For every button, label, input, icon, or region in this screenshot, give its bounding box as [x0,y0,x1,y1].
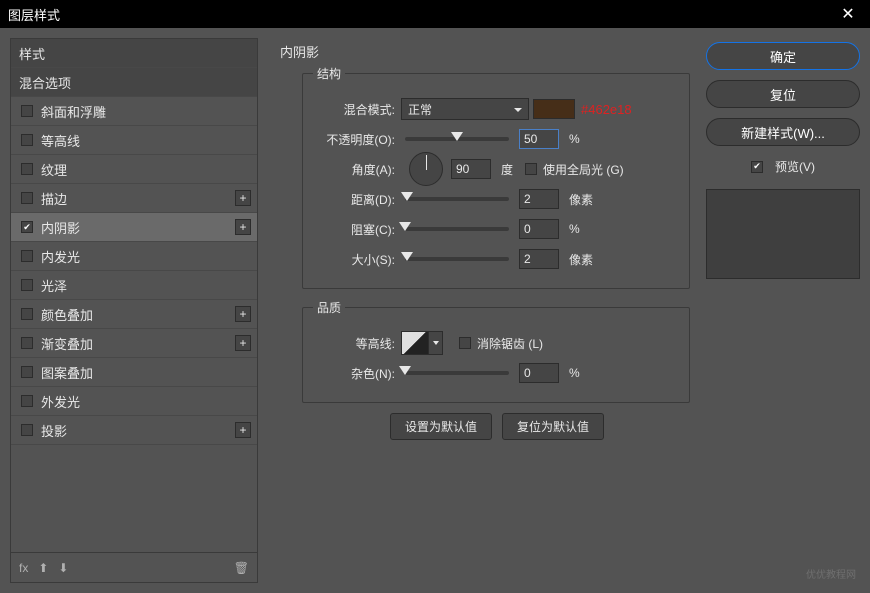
sidebar-checkbox[interactable] [21,134,33,146]
contour-picker[interactable] [401,331,429,355]
choke-input[interactable]: 0 [519,219,559,239]
sidebar-checkbox[interactable] [21,250,33,262]
blend-mode-label: 混合模式: [313,101,401,118]
sidebar-checkbox[interactable] [21,105,33,117]
sidebar-checkbox[interactable] [21,221,33,233]
structure-group: 结构 混合模式: 正常 #462e18 不透明度(O): 50 % 角度(A): [302,65,690,289]
sidebar-item-2[interactable]: 纹理 [11,155,257,184]
sidebar-item-7[interactable]: 颜色叠加 + [11,300,257,329]
size-slider[interactable] [405,257,509,261]
reset-default-button[interactable]: 复位为默认值 [502,413,604,440]
sidebar-item-4[interactable]: 内阴影 + [11,213,257,242]
titlebar: 图层样式 ✕ [0,0,870,28]
distance-label: 距离(D): [313,191,401,208]
contour-dropdown-icon[interactable] [429,331,443,355]
sidebar-checkbox[interactable] [21,279,33,291]
sidebar-header-styles[interactable]: 样式 [11,39,257,68]
reset-button[interactable]: 复位 [706,80,860,108]
blend-mode-select[interactable]: 正常 [401,98,529,120]
sidebar-item-9[interactable]: 图案叠加 [11,358,257,387]
preview-box [706,189,860,279]
sidebar-item-label: 内发光 [41,247,80,266]
dialog-title: 图层样式 [8,5,60,24]
distance-slider[interactable] [405,197,509,201]
contour-label: 等高线: [313,335,401,352]
sidebar-item-11[interactable]: 投影 + [11,416,257,445]
panel-title: 内阴影 [280,42,690,61]
sidebar-item-label: 斜面和浮雕 [41,102,106,121]
sidebar-checkbox[interactable] [21,308,33,320]
sidebar-item-1[interactable]: 等高线 [11,126,257,155]
plus-icon[interactable]: + [235,219,251,235]
distance-input[interactable]: 2 [519,189,559,209]
color-hex-annotation: #462e18 [581,102,632,117]
plus-icon[interactable]: + [235,422,251,438]
make-default-button[interactable]: 设置为默认值 [390,413,492,440]
sidebar-item-label: 光泽 [41,276,67,295]
sidebar-checkbox[interactable] [21,395,33,407]
plus-icon[interactable]: + [235,335,251,351]
sidebar-item-label: 外发光 [41,392,80,411]
sidebar-checkbox[interactable] [21,163,33,175]
action-column: 确定 复位 新建样式(W)... 预览(V) 优优教程网 [700,38,860,583]
global-light-checkbox[interactable] [525,163,537,175]
size-label: 大小(S): [313,251,401,268]
sidebar-checkbox[interactable] [21,366,33,378]
sidebar-item-label: 纹理 [41,160,67,179]
choke-slider[interactable] [405,227,509,231]
choke-label: 阻塞(C): [313,221,401,238]
sidebar-item-label: 投影 [41,421,67,440]
antialias-checkbox[interactable] [459,337,471,349]
sidebar-item-8[interactable]: 渐变叠加 + [11,329,257,358]
quality-group: 品质 等高线: 消除锯齿 (L) 杂色(N): 0 % [302,299,690,403]
sidebar-item-10[interactable]: 外发光 [11,387,257,416]
preview-label: 预览(V) [775,158,815,175]
antialias-label: 消除锯齿 (L) [477,335,543,352]
opacity-input[interactable]: 50 [519,129,559,149]
sidebar-item-label: 描边 [41,189,67,208]
close-icon[interactable]: ✕ [834,0,862,28]
arrow-down-icon[interactable]: ⬇ [58,561,68,575]
sidebar-item-label: 渐变叠加 [41,334,93,353]
angle-input[interactable]: 90 [451,159,491,179]
plus-icon[interactable]: + [235,190,251,206]
styles-sidebar: 样式混合选项斜面和浮雕等高线纹理描边 + 内阴影 + 内发光光泽颜色叠加 + 渐变叠加 + 图案… [10,38,258,583]
sidebar-item-label: 等高线 [41,131,80,150]
structure-legend: 结构 [313,65,345,82]
color-swatch[interactable] [533,99,575,119]
sidebar-item-label: 内阴影 [41,218,80,237]
sidebar-checkbox[interactable] [21,424,33,436]
quality-legend: 品质 [313,299,345,316]
sidebar-header-blend[interactable]: 混合选项 [11,68,257,97]
sidebar-checkbox[interactable] [21,192,33,204]
size-input[interactable]: 2 [519,249,559,269]
noise-label: 杂色(N): [313,365,401,382]
sidebar-item-6[interactable]: 光泽 [11,271,257,300]
settings-panel: 内阴影 结构 混合模式: 正常 #462e18 不透明度(O): 50 % 角度… [262,38,696,583]
arrow-up-icon[interactable]: ⬆ [38,561,48,575]
sidebar-item-label: 颜色叠加 [41,305,93,324]
opacity-slider[interactable] [405,137,509,141]
sidebar-item-3[interactable]: 描边 + [11,184,257,213]
noise-slider[interactable] [405,371,509,375]
angle-label: 角度(A): [313,161,401,178]
ok-button[interactable]: 确定 [706,42,860,70]
noise-input[interactable]: 0 [519,363,559,383]
global-light-label: 使用全局光 (G) [543,161,624,178]
plus-icon[interactable]: + [235,306,251,322]
angle-dial[interactable] [409,152,443,186]
opacity-label: 不透明度(O): [313,131,401,148]
fx-icon[interactable]: fx [19,561,28,575]
trash-icon[interactable]: 🗑 [234,561,249,575]
preview-checkbox[interactable] [751,161,763,173]
new-style-button[interactable]: 新建样式(W)... [706,118,860,146]
sidebar-item-5[interactable]: 内发光 [11,242,257,271]
sidebar-checkbox[interactable] [21,337,33,349]
sidebar-item-label: 图案叠加 [41,363,93,382]
watermark: 优优教程网 [706,560,860,583]
sidebar-item-0[interactable]: 斜面和浮雕 [11,97,257,126]
